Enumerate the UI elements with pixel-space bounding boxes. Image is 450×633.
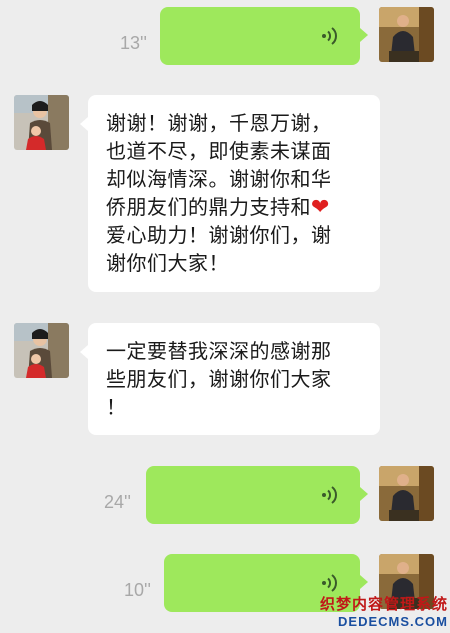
message-line: 些朋友们，谢谢你们大家 (106, 367, 332, 391)
message-line: 也道不尽，即使素未谋面 (106, 139, 332, 163)
message-line: 爱心助力！谢谢你们，谢 (106, 223, 332, 247)
avatar-self[interactable] (379, 466, 434, 521)
bubble-tail (360, 487, 368, 501)
avatar-self[interactable] (379, 7, 434, 62)
voice-duration: 13'' (120, 33, 147, 53)
voice-duration: 10'' (124, 580, 151, 600)
voice-duration: 24'' (104, 492, 131, 512)
voice-message-bubble[interactable] (160, 7, 360, 65)
watermark-en: DEDECMS.COM (338, 614, 448, 629)
bubble-tail (80, 345, 88, 359)
voice-wave-icon (322, 27, 337, 45)
avatar-contact[interactable] (14, 95, 69, 150)
bubble-tail (80, 117, 88, 131)
message-line: 却似海情深。谢谢你和华 (106, 167, 332, 191)
bubble-tail (360, 575, 368, 589)
watermark: 织梦内容管理系统 DEDECMS.COM (320, 593, 448, 629)
message-line: 一定要替我深深的感谢那 (106, 339, 332, 363)
voice-wave-icon (322, 486, 337, 504)
voice-message-bubble[interactable] (146, 466, 360, 524)
text-message-bubble[interactable]: 一定要替我深深的感谢那 些朋友们，谢谢你们大家 ！ (88, 323, 380, 435)
message-line: 谢谢！谢谢，千恩万谢， (106, 111, 332, 135)
text-message-bubble[interactable]: 谢谢！谢谢，千恩万谢， 也道不尽，即使素未谋面 却似海情深。谢谢你和华 侨朋友们… (88, 95, 380, 292)
watermark-cn: 织梦内容管理系统 (319, 596, 448, 613)
chat-view: 13'' 谢谢！谢谢，千恩万谢， 也道不尽，即使素未谋面 却似海情深。谢谢你和华… (0, 0, 450, 633)
message-line: 侨朋友们的鼎力支持和 (106, 195, 311, 219)
avatar-contact[interactable] (14, 323, 69, 378)
red-heart-icon: ❤ (311, 195, 330, 220)
message-line: ！ (106, 395, 127, 419)
message-line: 谢你们大家！ (106, 251, 229, 275)
voice-wave-icon (322, 574, 337, 592)
bubble-tail (360, 28, 368, 42)
